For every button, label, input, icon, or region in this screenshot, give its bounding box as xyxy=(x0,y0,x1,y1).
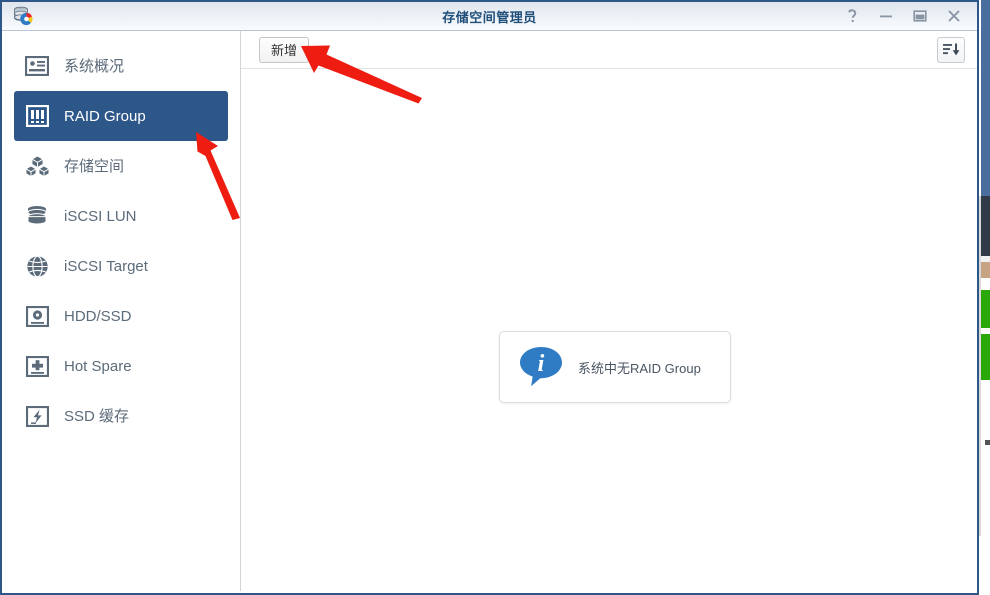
sidebar: 系统概况 RAID Group 存储空间 iSCSI LUN iSCSI Tar… xyxy=(2,31,241,591)
globe-icon xyxy=(24,253,50,279)
new-button[interactable]: 新增 xyxy=(259,36,310,63)
sidebar-item-label: HDD/SSD xyxy=(64,307,132,325)
sidebar-item-iscsi-lun[interactable]: iSCSI LUN xyxy=(14,191,228,241)
storage-manager-window: 存储空间管理员 系统概况 RAID Group 存储空间 iSCSI LUN i… xyxy=(0,0,979,595)
content-pane: 新增 i 系统中无RAID Group xyxy=(241,31,977,591)
close-button[interactable] xyxy=(937,2,971,31)
sidebar-item-iscsi-target[interactable]: iSCSI Target xyxy=(14,241,228,291)
title-bar: 存储空间管理员 xyxy=(2,0,977,31)
window-body: 系统概况 RAID Group 存储空间 iSCSI LUN iSCSI Tar… xyxy=(2,31,977,591)
desktop-fragment-tan xyxy=(981,262,990,278)
empty-state-box: i 系统中无RAID Group xyxy=(499,331,731,403)
sidebar-item-hdd-ssd[interactable]: HDD/SSD xyxy=(14,291,228,341)
window-controls xyxy=(835,2,977,30)
desktop-fragment-dark xyxy=(981,196,990,256)
raid-group-icon xyxy=(24,103,50,129)
storage-volume-icon xyxy=(24,153,50,179)
hot-spare-icon xyxy=(24,353,50,379)
sidebar-item-label: 系统概况 xyxy=(64,57,125,75)
screen: 存储空间管理员 系统概况 RAID Group 存储空间 iSCSI LUN i… xyxy=(0,0,990,595)
maximize-button[interactable] xyxy=(903,2,937,31)
sidebar-item-system-overview[interactable]: 系统概况 xyxy=(14,41,228,91)
system-overview-icon xyxy=(24,53,50,79)
sidebar-item-ssd-cache[interactable]: SSD 缓存 xyxy=(14,391,228,441)
sidebar-item-storage-volume[interactable]: 存储空间 xyxy=(14,141,228,191)
info-icon: i xyxy=(518,344,564,390)
desktop-fragment-divider xyxy=(979,196,981,536)
sidebar-item-hot-spare[interactable]: Hot Spare xyxy=(14,341,228,391)
sidebar-item-raid-group[interactable]: RAID Group xyxy=(14,91,228,141)
raid-group-list-area: i 系统中无RAID Group xyxy=(241,69,977,591)
storage-manager-icon xyxy=(12,5,34,27)
sidebar-item-label: 存储空间 xyxy=(64,157,125,175)
sidebar-item-label: SSD 缓存 xyxy=(64,407,130,425)
svg-text:i: i xyxy=(538,351,545,377)
desktop-fragment-green-lower xyxy=(981,334,990,380)
sidebar-item-label: iSCSI Target xyxy=(64,257,148,275)
content-toolbar: 新增 xyxy=(241,31,977,69)
help-button[interactable] xyxy=(835,2,869,31)
sidebar-item-label: Hot Spare xyxy=(64,357,132,375)
desktop-fragment-dot xyxy=(985,440,990,445)
minimize-button[interactable] xyxy=(869,2,903,31)
sidebar-item-label: RAID Group xyxy=(64,107,146,125)
empty-state-message: 系统中无RAID Group xyxy=(578,360,701,376)
database-icon xyxy=(24,203,50,229)
sort-descending-icon[interactable] xyxy=(937,36,965,63)
desktop-fragment-green-upper xyxy=(981,290,990,328)
hard-disk-icon xyxy=(24,303,50,329)
ssd-cache-icon xyxy=(24,403,50,429)
desktop-fragment-blue xyxy=(981,0,990,196)
window-title: 存储空间管理员 xyxy=(442,9,537,25)
sidebar-item-label: iSCSI LUN xyxy=(64,207,137,225)
